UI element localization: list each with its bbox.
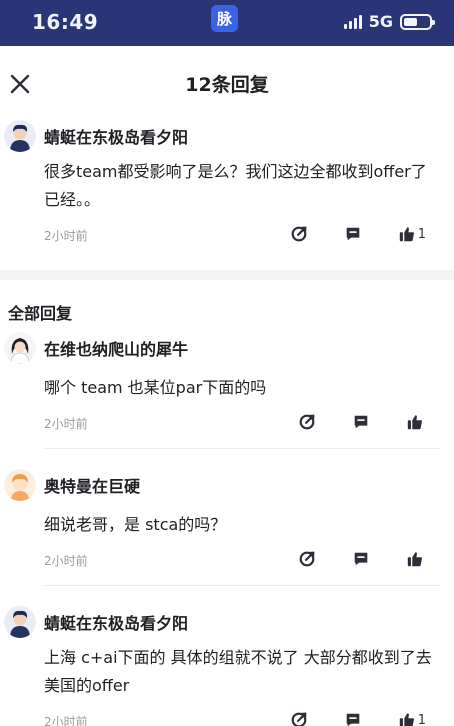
share-button[interactable]: [290, 711, 308, 726]
comment-meta: 2小时前: [44, 408, 440, 438]
comment-icon: [346, 227, 360, 241]
status-time: 16:49: [32, 10, 99, 34]
battery-icon: [400, 13, 435, 30]
section-title: 全部回复: [8, 304, 73, 323]
page-title: 12条回复: [185, 73, 269, 96]
comment-actions: 1: [290, 225, 426, 243]
share-button[interactable]: [298, 413, 316, 431]
like-button[interactable]: 1: [398, 225, 426, 243]
avatar[interactable]: [4, 469, 36, 501]
username[interactable]: 在维也纳爬山的犀牛: [44, 332, 440, 364]
reply-item: 在维也纳爬山的犀牛 哪个 team 也某位par下面的吗 2小时前: [0, 332, 454, 438]
comment-text: 很多team都受影响了是么？我们这边全都收到offer了已经。。: [44, 162, 427, 209]
share-button[interactable]: [290, 225, 308, 243]
network-type: 5G: [368, 12, 393, 31]
top-comment: 蜻蜓在东极岛看夕阳 很多team都受影响了是么？我们这边全都收到offer了已经…: [0, 120, 454, 250]
status-indicators: 5G: [343, 12, 435, 31]
timestamp: 2小时前: [44, 416, 88, 431]
comment-actions: [298, 550, 426, 568]
reply-item: 蜻蜓在东极岛看夕阳 上海 c+ai下面的 具体的组就不说了 大部分都收到了去美国…: [0, 606, 454, 726]
comment-actions: 1: [290, 711, 426, 726]
reply-button[interactable]: [352, 413, 370, 431]
battery-level: [404, 17, 418, 26]
reply-item: 奥特曼在巨硬 细说老哥，是 stca的吗？ 2小时前: [0, 469, 454, 575]
like-count: 1: [417, 226, 426, 242]
avatar[interactable]: [4, 120, 36, 152]
timestamp: 2小时前: [44, 714, 88, 726]
like-button[interactable]: [406, 413, 426, 431]
like-icon: [399, 713, 414, 726]
comment-text: 哪个 team 也某位par下面的吗: [44, 378, 267, 397]
close-icon[interactable]: [8, 72, 32, 96]
timestamp: 2小时前: [44, 228, 88, 243]
avatar[interactable]: [4, 332, 36, 364]
comment-meta: 2小时前 1: [44, 220, 440, 250]
signal-icon: [343, 14, 362, 29]
comment-meta: 2小时前 1: [44, 706, 440, 726]
share-icon: [299, 414, 315, 430]
share-icon: [299, 551, 315, 567]
app-notification-icon: 脉: [211, 5, 238, 32]
share-icon: [291, 226, 307, 242]
comment-text: 细说老哥，是 stca的吗？: [44, 515, 227, 534]
like-button[interactable]: [406, 550, 426, 568]
comment-actions: [298, 413, 426, 431]
like-icon: [399, 227, 414, 242]
divider: [44, 448, 440, 449]
status-bar: 16:49 脉 5G: [0, 0, 454, 46]
like-icon: [407, 415, 422, 430]
page-header: 12条回复: [0, 46, 454, 120]
share-button[interactable]: [298, 550, 316, 568]
section-divider: [0, 270, 454, 280]
username[interactable]: 蜻蜓在东极岛看夕阳: [44, 606, 440, 638]
like-button[interactable]: 1: [398, 711, 426, 726]
comment-icon: [346, 713, 360, 726]
like-icon: [407, 552, 422, 567]
avatar[interactable]: [4, 606, 36, 638]
share-icon: [291, 712, 307, 726]
comment-text: 上海 c+ai下面的 具体的组就不说了 大部分都收到了去美国的offer: [44, 648, 432, 695]
timestamp: 2小时前: [44, 553, 88, 568]
comment-icon: [354, 415, 368, 429]
like-count: 1: [417, 712, 426, 726]
comment-meta: 2小时前: [44, 545, 440, 575]
reply-button[interactable]: [344, 225, 362, 243]
username[interactable]: 奥特曼在巨硬: [44, 469, 440, 501]
reply-button[interactable]: [344, 711, 362, 726]
divider: [44, 585, 440, 586]
reply-button[interactable]: [352, 550, 370, 568]
comment-icon: [354, 552, 368, 566]
username[interactable]: 蜻蜓在东极岛看夕阳: [44, 120, 440, 152]
